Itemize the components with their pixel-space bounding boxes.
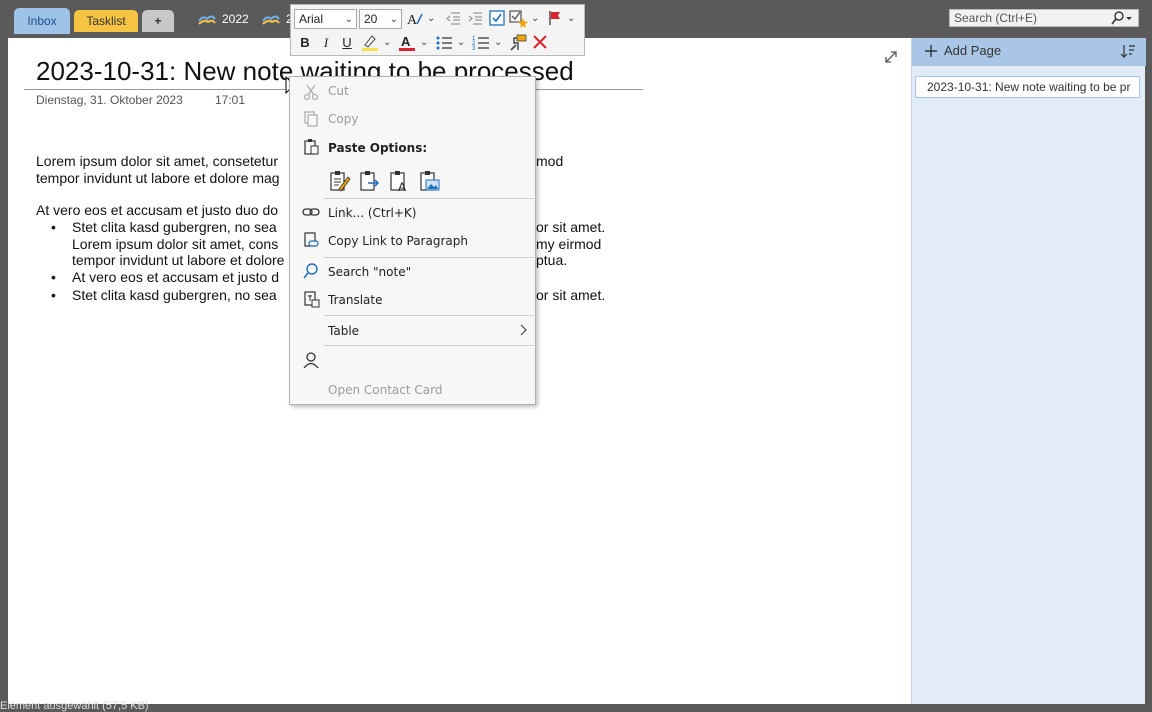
font-color-icon[interactable]: A xyxy=(397,33,417,53)
add-page-label: Add Page xyxy=(944,43,1002,58)
menu-item-copy-link-to-paragraph[interactable]: Copy Link to Paragraph xyxy=(328,234,468,248)
page-list-item[interactable]: 2023-10-31: New note waiting to be pr xyxy=(915,76,1140,98)
paragraph-2[interactable]: At vero eos et accusam et justo duo do xyxy=(36,202,278,219)
flag-icon[interactable] xyxy=(545,9,565,29)
context-menu: Cut Copy Paste Options: A Link... (Ctrl+… xyxy=(289,76,536,405)
tag-icon[interactable] xyxy=(509,9,529,29)
increase-indent-icon[interactable] xyxy=(465,9,485,29)
search-placeholder: Search (Ctrl+E) xyxy=(954,11,1038,25)
chevron-down-icon[interactable]: ⌄ xyxy=(427,13,435,24)
chevron-down-icon[interactable]: ⌄ xyxy=(420,37,428,48)
person-icon xyxy=(303,352,319,369)
clipboard-icon xyxy=(304,139,319,155)
paragraph-1-line-1-end[interactable]: mod xyxy=(536,153,563,170)
menu-item-link[interactable]: Link... (Ctrl+K) xyxy=(328,206,416,220)
paragraph-1-line-1[interactable]: Lorem ipsum dolor sit amet, consetetur xyxy=(36,153,278,170)
section-group-label: 2022 xyxy=(222,12,249,26)
menu-item-search[interactable]: Search "note" xyxy=(328,265,411,279)
link-icon xyxy=(302,208,320,216)
chevron-down-icon[interactable]: ⌄ xyxy=(567,13,575,24)
bullet-marker: • xyxy=(51,219,56,235)
smart-lookup-icon xyxy=(303,263,318,279)
styles-icon[interactable]: A xyxy=(405,9,425,29)
section-group-2[interactable]: 2 xyxy=(262,12,293,26)
bullet-1-line-1[interactable]: Stet clita kasd gubergren, no sea xyxy=(72,219,277,236)
plus-icon xyxy=(925,45,937,57)
menu-item-cut[interactable]: Cut xyxy=(328,84,349,98)
bullet-marker: • xyxy=(51,287,56,303)
svg-text:A: A xyxy=(398,180,406,193)
chevron-down-icon[interactable]: ⌄ xyxy=(494,37,502,48)
menu-separator xyxy=(324,315,534,316)
bullet-1-line-1-end[interactable]: or sit amet. xyxy=(536,219,605,236)
decrease-indent-icon[interactable] xyxy=(443,9,463,29)
section-group-icon xyxy=(262,15,280,25)
bullet-1-line-2[interactable]: Lorem ipsum dolor sit amet, cons xyxy=(72,236,278,253)
menu-item-translate[interactable]: Translate xyxy=(328,293,383,307)
menu-separator xyxy=(324,257,534,258)
chevron-down-icon[interactable]: ⌄ xyxy=(383,37,391,48)
svg-text:A: A xyxy=(407,13,418,28)
paragraph-1-line-2[interactable]: tempor invidunt ut labore et dolore mag xyxy=(36,170,280,187)
italic-button[interactable]: I xyxy=(316,33,336,53)
svg-text:3: 3 xyxy=(472,46,476,52)
paste-text-only-icon[interactable]: A xyxy=(388,169,412,193)
font-value: Arial xyxy=(299,12,324,26)
menu-item-table[interactable]: Table xyxy=(328,324,359,338)
font-size-value: 20 xyxy=(364,12,378,26)
search-input[interactable]: Search (Ctrl+E) xyxy=(949,9,1139,27)
paste-options-label: Paste Options: xyxy=(328,141,428,155)
font-select[interactable]: Arial ⌄ xyxy=(294,9,357,29)
copy-icon xyxy=(304,111,318,127)
bullet-1-line-2-end[interactable]: my eirmod xyxy=(536,236,601,253)
section-group-icon xyxy=(198,15,216,25)
format-painter-icon[interactable] xyxy=(508,33,528,53)
bullet-3-line-1-end[interactable]: or sit amet. xyxy=(536,287,605,304)
copy-link-icon xyxy=(304,232,319,247)
status-bar: Element ausgewählt (57,5 KB) xyxy=(0,700,149,712)
numbering-icon[interactable]: 123 xyxy=(471,33,491,53)
menu-item-copy[interactable]: Copy xyxy=(328,112,358,126)
page-time: 17:01 xyxy=(215,93,246,107)
paste-merge-formatting-icon[interactable] xyxy=(358,169,382,193)
scissors-icon xyxy=(303,84,319,101)
font-size-select[interactable]: 20 ⌄ xyxy=(359,9,402,29)
tab-inbox[interactable]: Inbox xyxy=(14,8,70,34)
expand-icon[interactable] xyxy=(884,50,898,64)
sort-icon[interactable] xyxy=(1120,43,1136,59)
bullet-2-line-1[interactable]: At vero eos et accusam et justo d xyxy=(72,269,279,286)
mini-format-toolbar: Arial ⌄ 20 ⌄ A ⌄ ⌄ ⌄ B I U ⌄ A ⌄ ⌄ 123 ⌄ xyxy=(290,4,585,56)
add-section-button[interactable]: + xyxy=(142,10,174,32)
chevron-down-icon: ⌄ xyxy=(344,14,353,25)
bold-button[interactable]: B xyxy=(295,33,315,53)
bullet-1-line-3[interactable]: tempor invidunt ut labore et dolore xyxy=(72,252,284,269)
paste-as-picture-icon[interactable] xyxy=(418,169,442,193)
chevron-down-icon: ⌄ xyxy=(389,14,398,25)
bullets-icon[interactable] xyxy=(434,33,454,53)
search-icon[interactable] xyxy=(1110,11,1132,25)
chevron-right-icon xyxy=(520,324,527,336)
bullet-3-line-1[interactable]: Stet clita kasd gubergren, no sea xyxy=(72,287,277,304)
clear-formatting-icon[interactable] xyxy=(530,33,550,53)
bullet-1-line-3-end[interactable]: ptua. xyxy=(536,252,567,269)
bullet-marker: • xyxy=(51,269,56,285)
tab-tasklist[interactable]: Tasklist xyxy=(74,10,138,32)
section-group-2022[interactable]: 2022 xyxy=(198,12,249,26)
svg-text:A: A xyxy=(401,34,411,49)
menu-item-open-contact-card[interactable]: Open Contact Card xyxy=(328,383,442,397)
chevron-down-icon[interactable]: ⌄ xyxy=(531,13,539,24)
page-list-pane: Add Page 2023-10-31: New note waiting to… xyxy=(911,38,1146,704)
todo-checkbox-icon[interactable] xyxy=(487,9,507,29)
chevron-down-icon[interactable]: ⌄ xyxy=(457,37,465,48)
menu-separator xyxy=(324,345,534,346)
paste-keep-formatting-icon[interactable] xyxy=(328,169,352,193)
translate-icon xyxy=(304,291,320,308)
add-page-button[interactable]: Add Page xyxy=(912,38,1146,66)
highlight-icon[interactable] xyxy=(360,33,380,53)
menu-separator xyxy=(324,198,534,199)
page-date: Dienstag, 31. Oktober 2023 xyxy=(36,93,183,107)
underline-button[interactable]: U xyxy=(337,33,357,53)
